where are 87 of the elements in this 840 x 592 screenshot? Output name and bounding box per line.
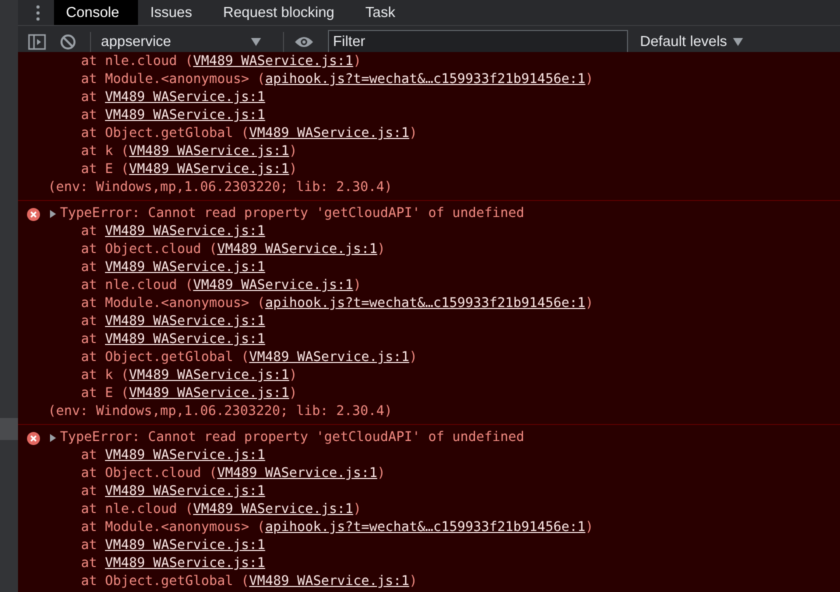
error-icon xyxy=(27,208,40,220)
stack-text: at nle.cloud ( xyxy=(81,278,194,293)
tab[interactable]: Task xyxy=(353,0,414,25)
stack-text: at Object.getGlobal ( xyxy=(81,350,250,365)
stack-text: at xyxy=(81,260,98,275)
stack-text: ) xyxy=(585,296,594,311)
stack-text: at Object.getGlobal ( xyxy=(81,126,250,141)
source-link[interactable]: VM489 WAService.js:1 xyxy=(129,386,290,401)
stack-text: ) xyxy=(409,126,418,141)
stack-text: ) xyxy=(289,144,298,159)
stack-text: ) xyxy=(289,368,298,383)
source-link[interactable]: VM489 WAService.js:1 xyxy=(105,90,266,105)
expand-icon[interactable] xyxy=(50,434,56,442)
caret-icon[interactable] xyxy=(733,38,744,46)
clear-icon[interactable] xyxy=(60,34,76,50)
stack-text: at xyxy=(81,556,98,571)
source-link[interactable]: VM489 WAService.js:1 xyxy=(129,368,290,383)
source-link[interactable]: VM489 WAService.js:1 xyxy=(193,502,354,517)
stack-text: ) xyxy=(585,520,594,535)
stack-text: ) xyxy=(585,72,594,87)
source-link[interactable]: VM489 WAService.js:1 xyxy=(249,350,410,365)
stack-text: at xyxy=(81,108,98,123)
stack-text: at k ( xyxy=(81,368,130,383)
caret-icon[interactable] xyxy=(251,38,261,46)
tab[interactable]: Console xyxy=(54,0,138,25)
stack-text: ) xyxy=(377,466,386,481)
levels-dropdown[interactable]: Default levels xyxy=(640,34,744,50)
source-link[interactable]: apihook.js?t=wechat&…c159933f21b91456e:1 xyxy=(265,296,586,311)
source-link[interactable]: VM489 WAService.js:1 xyxy=(193,278,354,293)
stack-text: ) xyxy=(353,502,362,517)
source-link[interactable]: VM489 WAService.js:1 xyxy=(249,126,410,141)
source-link[interactable]: VM489 WAService.js:1 xyxy=(105,484,266,499)
source-link[interactable]: VM489 WAService.js:1 xyxy=(105,556,266,571)
source-link[interactable]: VM489 WAService.js:1 xyxy=(105,314,266,329)
stack-text: at nle.cloud ( xyxy=(81,502,194,517)
source-link[interactable]: VM489 WAService.js:1 xyxy=(105,224,266,239)
stack-text: at xyxy=(81,538,98,553)
stack-text: at xyxy=(81,332,98,347)
stack-text: at Object.getGlobal ( xyxy=(81,574,250,589)
more-icon[interactable] xyxy=(36,4,40,20)
source-link[interactable]: apihook.js?t=wechat&…c159933f21b91456e:1 xyxy=(265,72,586,87)
source-link[interactable]: VM489 WAService.js:1 xyxy=(105,538,266,553)
source-link[interactable]: VM489 WAService.js:1 xyxy=(129,162,290,177)
error-message: TypeError: Cannot read property 'getCloudAPI' of undefined xyxy=(60,205,524,223)
source-link[interactable]: VM489 WAService.js:1 xyxy=(105,332,266,347)
sidebar-toggle-icon[interactable] xyxy=(28,34,46,50)
stack-text: at xyxy=(81,314,98,329)
stack-text: at Object.cloud ( xyxy=(81,242,218,257)
stack-text: at E ( xyxy=(81,162,130,177)
context-dropdown[interactable]: appservice xyxy=(101,34,271,50)
source-link[interactable]: VM489 WAService.js:1 xyxy=(249,574,410,589)
panel-strip xyxy=(0,418,18,440)
stack-text: ) xyxy=(409,350,418,365)
stack-text: ) xyxy=(409,574,418,589)
error-message: TypeError: Cannot read property 'getCloudAPI' of undefined xyxy=(60,429,524,447)
stack-text: ) xyxy=(289,386,298,401)
stack-text: at Object.cloud ( xyxy=(81,466,218,481)
stack-text: at E ( xyxy=(81,386,130,401)
source-link[interactable]: apihook.js?t=wechat&…c159933f21b91456e:1 xyxy=(265,520,586,535)
stack-text: at xyxy=(81,224,98,239)
source-link[interactable]: VM489 WAService.js:1 xyxy=(105,448,266,463)
stack-text: at k ( xyxy=(81,144,130,159)
tab[interactable]: Request blocking xyxy=(211,0,354,25)
stack-text: ) xyxy=(289,162,298,177)
stack-text: ) xyxy=(377,242,386,257)
source-link[interactable]: VM489 WAService.js:1 xyxy=(193,54,354,69)
env-info: (env: Windows,mp,1.06.2303220; lib: 2.30.4) xyxy=(48,180,392,195)
stack-text: ) xyxy=(353,278,362,293)
source-link[interactable]: VM489 WAService.js:1 xyxy=(217,466,378,481)
expand-icon[interactable] xyxy=(50,210,56,218)
eye-icon[interactable] xyxy=(294,36,314,48)
stack-text: at nle.cloud ( xyxy=(81,54,194,69)
stack-text: at Module.<anonymous> ( xyxy=(81,296,266,311)
env-info: (env: Windows,mp,1.06.2303220; lib: 2.30.4) xyxy=(48,404,392,419)
filter-field[interactable]: Filter xyxy=(328,30,628,53)
stack-text: at xyxy=(81,484,98,499)
stack-text: at Module.<anonymous> ( xyxy=(81,72,266,87)
source-link[interactable]: VM489 WAService.js:1 xyxy=(129,144,290,159)
source-link[interactable]: VM489 WAService.js:1 xyxy=(105,260,266,275)
stack-text: at xyxy=(81,448,98,463)
stack-text: at xyxy=(81,90,98,105)
error-icon xyxy=(27,432,40,444)
tab[interactable]: Issues xyxy=(138,0,212,25)
source-link[interactable]: VM489 WAService.js:1 xyxy=(105,108,266,123)
stack-text: ) xyxy=(353,54,362,69)
stack-text: at Module.<anonymous> ( xyxy=(81,520,266,535)
source-link[interactable]: VM489 WAService.js:1 xyxy=(217,242,378,257)
